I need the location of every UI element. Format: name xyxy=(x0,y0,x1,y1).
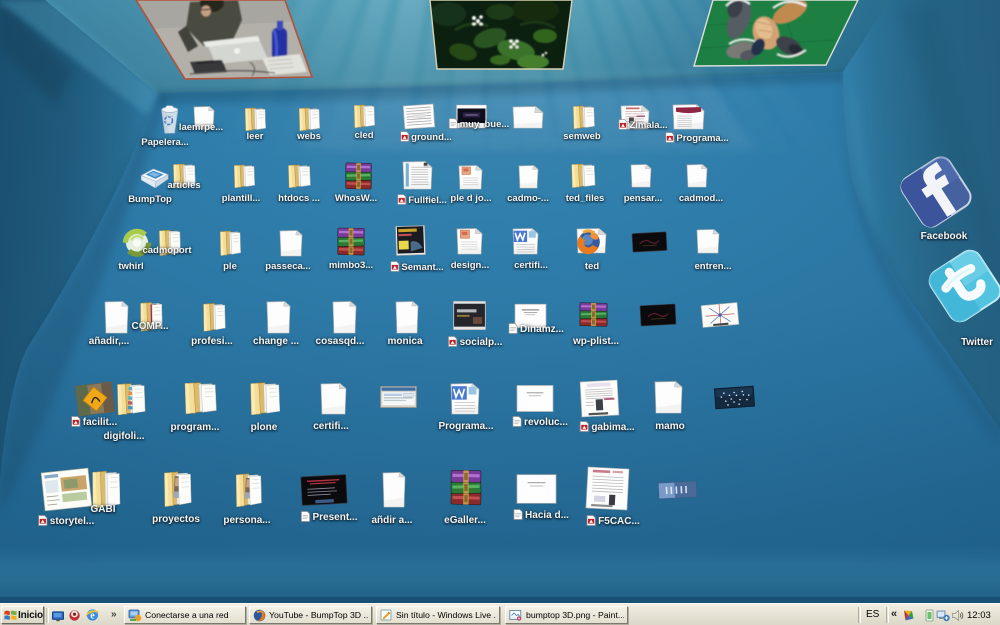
svg-text:e: e xyxy=(90,611,95,622)
